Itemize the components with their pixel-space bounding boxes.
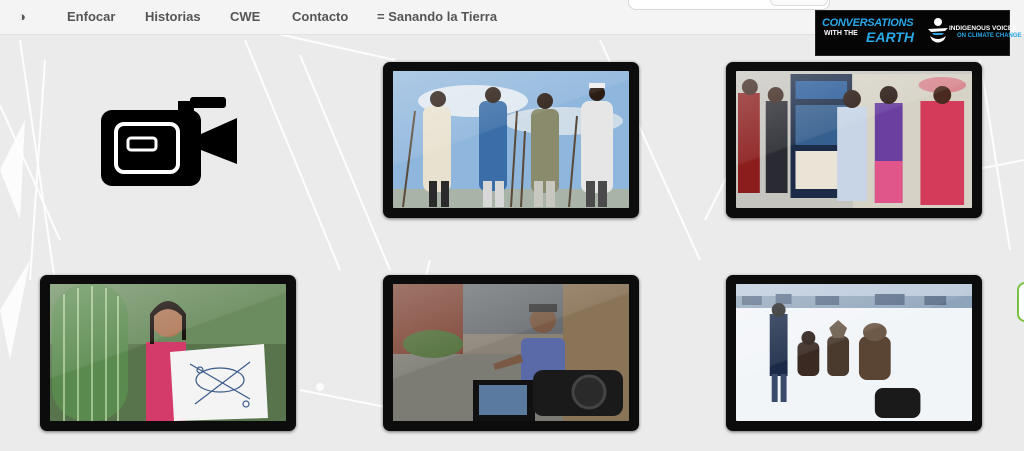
contrast-toggle-icon[interactable]: ◑: [18, 9, 26, 24]
conversations-with-the-earth-logo[interactable]: CONVERSATIONS WITH THE EARTH INDIGENOUS …: [815, 10, 1022, 56]
logo-text-with-the: WITH THE: [824, 30, 858, 37]
nav-item-cwe[interactable]: CWE: [230, 9, 260, 24]
photo-men-with-staffs: [393, 71, 629, 208]
photo-woman-with-drawing: [50, 284, 286, 421]
logo-figure-icon: [928, 18, 948, 43]
logo-text-conversations: CONVERSATIONS: [822, 17, 914, 29]
gallery-tile-man-being-filmed[interactable]: [383, 275, 639, 431]
nav-item-contacto[interactable]: Contacto: [292, 9, 348, 24]
nav-item-enfocar[interactable]: Enfocar: [67, 9, 115, 24]
feedback-side-tab[interactable]: [1017, 282, 1024, 322]
logo-text-on-climate-change: ON CLIMATE CHANGE: [957, 33, 1022, 39]
logo-text-indigenous-voices: INDIGENOUS VOICES: [949, 25, 1017, 32]
photo-women-at-exhibit: [736, 71, 972, 208]
gallery-tile-women-at-exhibit[interactable]: [726, 62, 982, 218]
nav-item-historias[interactable]: Historias: [145, 9, 201, 24]
photo-man-being-filmed: [393, 284, 629, 421]
video-camera-icon: [101, 97, 237, 186]
gallery-tile-men-with-staffs[interactable]: [383, 62, 639, 218]
search-button-edge[interactable]: [770, 0, 828, 6]
nav-item-sanando-la-tierra[interactable]: = Sanando la Tierra: [377, 9, 497, 24]
photo-people-in-snow: [736, 284, 972, 421]
logo-text-earth: EARTH: [866, 29, 914, 45]
gallery-tile-woman-with-drawing[interactable]: [40, 275, 296, 431]
gallery-tile-people-in-snow[interactable]: [726, 275, 982, 431]
